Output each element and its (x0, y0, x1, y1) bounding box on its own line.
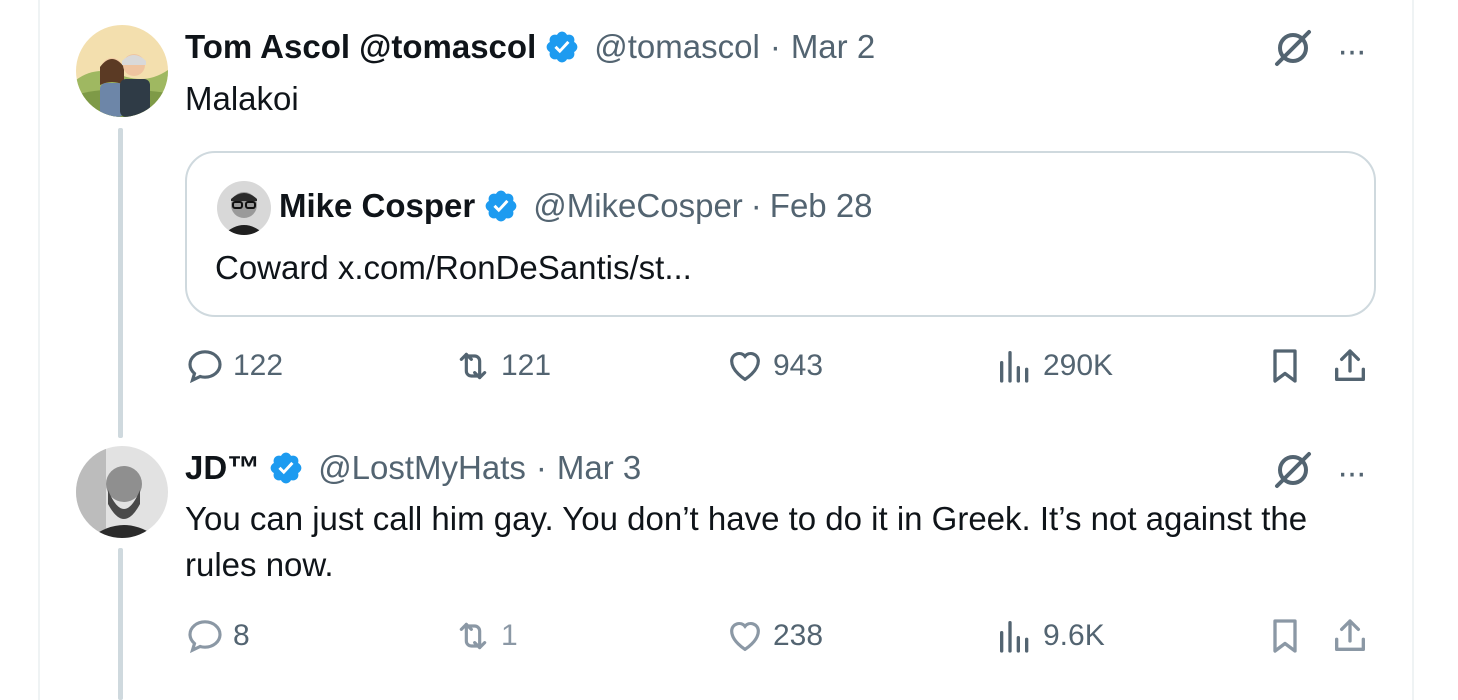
tweet-options: ··· (1273, 28, 1367, 73)
action-bar: 8 1 238 9.6K (185, 616, 1376, 666)
views-count: 9.6K (1043, 619, 1105, 652)
reply-count: 8 (233, 619, 250, 652)
quote-header: Mike Cosper @MikeCosper · Feb 28 (279, 186, 873, 226)
repost-count: 1 (501, 619, 518, 652)
bookmark-icon (1273, 349, 1297, 383)
views-icon (1000, 621, 1029, 653)
separator: · (750, 187, 762, 224)
like-button[interactable]: 943 (725, 346, 823, 386)
thread-connector (118, 128, 123, 438)
views-icon (1000, 351, 1029, 383)
reply-count: 122 (233, 349, 284, 382)
tweet-date[interactable]: Mar 2 (791, 27, 875, 67)
verified-badge-icon (544, 29, 580, 65)
like-button[interactable]: 238 (725, 616, 823, 656)
quote-author-name[interactable]: Mike Cosper (279, 186, 475, 226)
tweet-text: Malakoi (185, 80, 299, 117)
like-icon (730, 621, 760, 652)
tweet-header: JD™ @LostMyHats · Mar 3 (185, 448, 641, 488)
views-button[interactable]: 9.6K (995, 616, 1105, 656)
author-name[interactable]: JD™ (185, 448, 260, 488)
verified-badge-icon (483, 188, 519, 224)
more-icon[interactable]: ··· (1337, 456, 1367, 490)
repost-icon (459, 352, 487, 380)
like-count: 943 (773, 349, 824, 382)
quote-tweet-card[interactable]: Mike Cosper @MikeCosper · Feb 28 Coward … (185, 151, 1376, 317)
quote-avatar[interactable] (217, 181, 271, 235)
share-button[interactable] (1330, 616, 1378, 656)
like-icon (730, 351, 760, 382)
reply-button[interactable]: 8 (185, 616, 250, 656)
separator: · (535, 449, 547, 486)
grok-icon[interactable] (1273, 28, 1313, 73)
like-count: 238 (773, 619, 824, 652)
avatar[interactable] (76, 446, 168, 538)
quote-date[interactable]: Feb 28 (770, 186, 873, 226)
repost-button[interactable]: 121 (453, 346, 551, 386)
separator: · (769, 28, 781, 65)
verified-badge-icon (268, 450, 304, 486)
tweet-text: You can just call him gay. You don’t hav… (185, 500, 1308, 583)
share-icon (1335, 619, 1365, 651)
tweet-options: ··· (1273, 450, 1367, 495)
bookmark-button[interactable] (1265, 616, 1313, 656)
avatar[interactable] (76, 25, 168, 117)
action-bar: 122 121 943 290K (185, 346, 1376, 396)
author-handle[interactable]: @LostMyHats (318, 448, 526, 488)
share-icon (1335, 349, 1365, 381)
views-count: 290K (1043, 349, 1114, 382)
author-handle[interactable]: @tomascol (594, 27, 760, 67)
tweet-header: Tom Ascol @tomascol @tomascol · Mar 2 (185, 27, 875, 67)
grok-icon[interactable] (1273, 450, 1313, 495)
reply-icon (188, 620, 222, 654)
more-icon[interactable]: ··· (1337, 34, 1367, 68)
bookmark-button[interactable] (1265, 346, 1313, 386)
repost-icon (459, 622, 487, 650)
reply-icon (188, 350, 222, 384)
share-button[interactable] (1330, 346, 1378, 386)
author-name[interactable]: Tom Ascol @tomascol (185, 27, 536, 67)
repost-count: 121 (501, 349, 552, 382)
quote-text: Coward x.com/RonDeSantis/st... (215, 249, 692, 286)
reply-button[interactable]: 122 (185, 346, 283, 386)
tweet-date[interactable]: Mar 3 (557, 448, 641, 488)
views-button[interactable]: 290K (995, 346, 1113, 386)
repost-button[interactable]: 1 (453, 616, 518, 656)
bookmark-icon (1273, 619, 1297, 653)
quote-author-handle[interactable]: @MikeCosper (533, 186, 743, 226)
thread-connector (118, 548, 123, 700)
